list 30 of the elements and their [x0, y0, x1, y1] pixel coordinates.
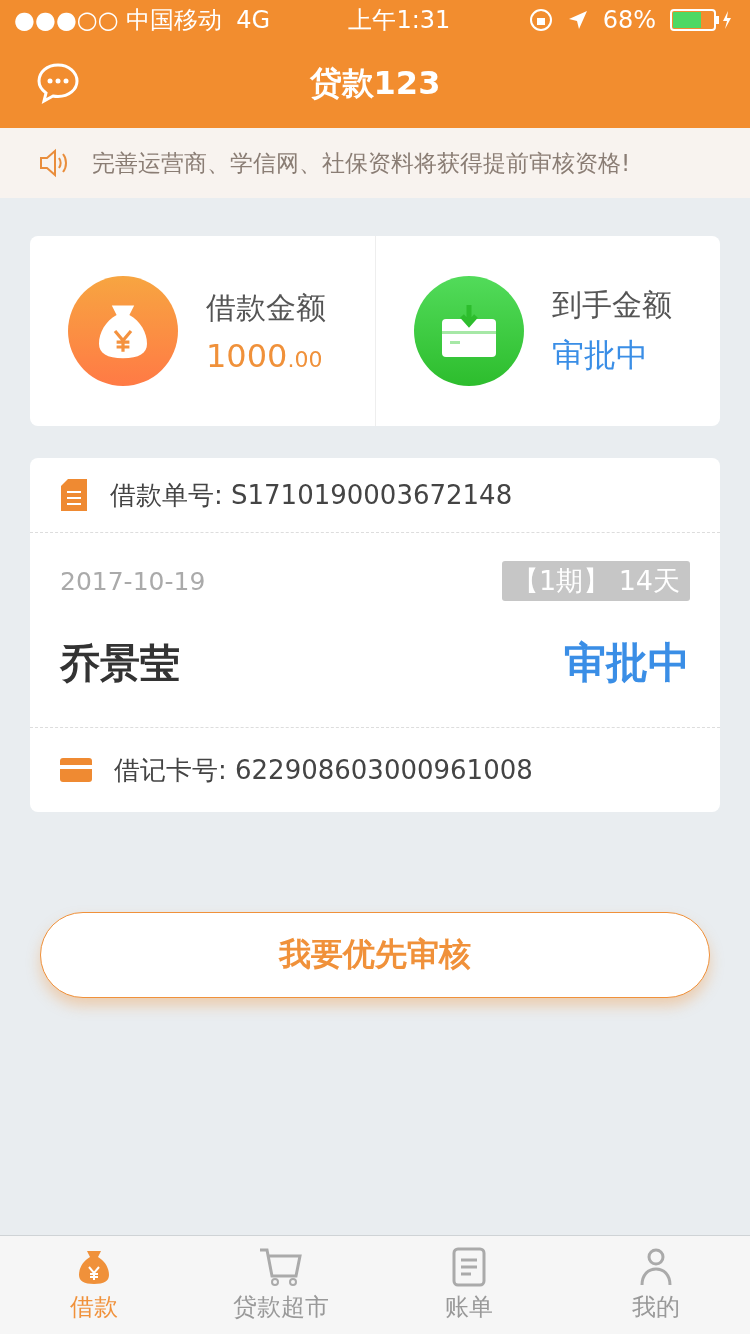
rotation-lock-icon: [528, 8, 553, 32]
priority-review-button[interactable]: 我要优先审核: [40, 912, 710, 998]
notice-text: 完善运营商、学信网、社保资料将获得提前审核资格!: [92, 148, 631, 178]
battery-percent: 68%: [602, 6, 656, 34]
chat-icon[interactable]: [36, 62, 80, 104]
tab[interactable]: 贷款超市: [187, 1236, 375, 1334]
bank-card-icon: [60, 758, 92, 782]
approval-status: 审批中: [551, 334, 649, 376]
order-date: 2017-10-19: [60, 566, 206, 596]
summary-label: 借款金额: [206, 288, 326, 327]
status-time: 上午1:31: [347, 5, 452, 36]
tab[interactable]: 我的: [562, 1236, 750, 1334]
order-number: 借款单号: S1710190003672148: [110, 478, 513, 512]
loan-amount: 1000.00: [206, 336, 324, 375]
tab[interactable]: 账单: [375, 1236, 563, 1334]
app-title: 贷款123: [309, 63, 441, 104]
term-tag: 【1期】 14天: [501, 561, 690, 601]
document-icon: [60, 478, 88, 512]
speaker-icon: [38, 147, 70, 179]
card-download-icon: [439, 303, 498, 359]
card-number: 借记卡号: 622908603000961008: [114, 753, 533, 787]
user-icon: [639, 1247, 674, 1287]
network-type: 4G: [236, 6, 271, 34]
summary-label: 到手金额: [551, 285, 672, 324]
borrower-name: 乔景莹: [60, 638, 180, 688]
carrier-text: ●●●○○ 中国移动: [14, 5, 223, 36]
tab[interactable]: 借款: [0, 1236, 188, 1334]
order-status: 审批中: [564, 637, 690, 689]
document-icon: [451, 1247, 486, 1287]
cart-icon: [258, 1247, 305, 1287]
